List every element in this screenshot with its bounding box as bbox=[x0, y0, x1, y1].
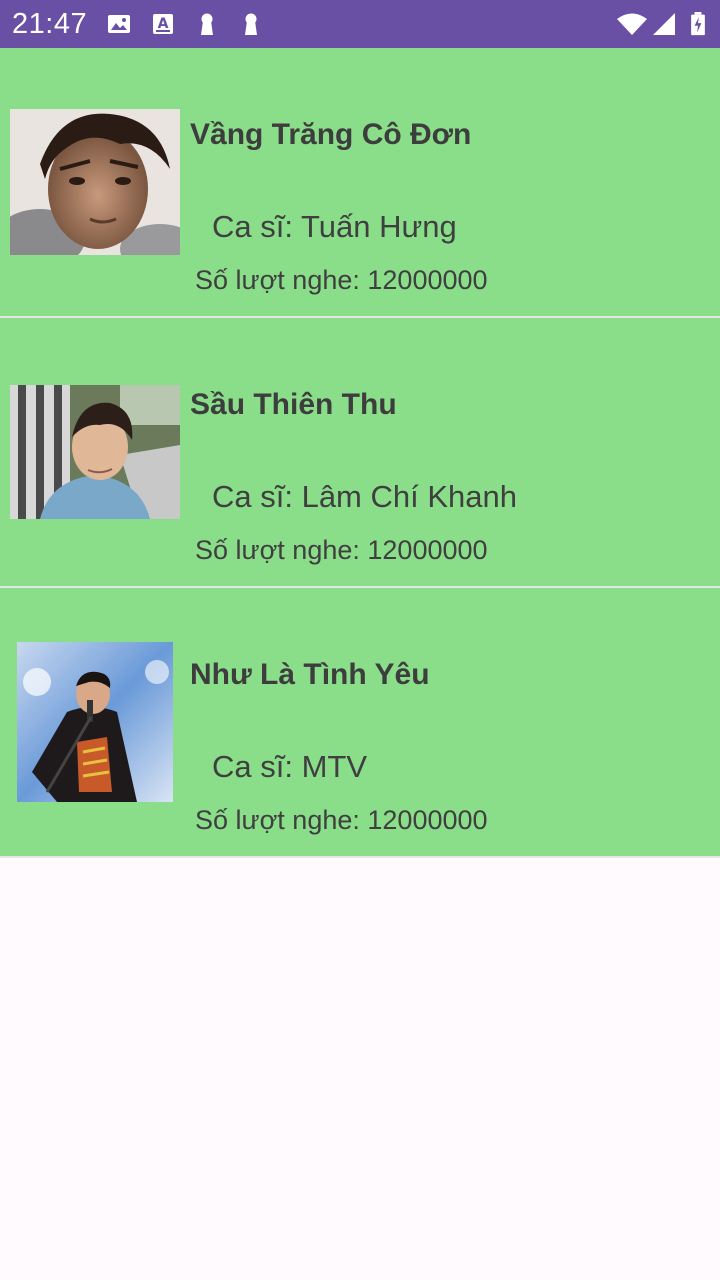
wifi-icon bbox=[617, 13, 647, 35]
play-count-value: 12000000 bbox=[367, 265, 488, 295]
battery-icon bbox=[691, 12, 705, 36]
song-title: Như Là Tình Yêu bbox=[190, 658, 430, 691]
song-row[interactable]: Sầu Thiên Thu Ca sĩ: Lâm Chí Khanh Số lư… bbox=[0, 318, 720, 588]
status-bar: 21:47 A bbox=[0, 0, 720, 48]
cellular-signal-icon bbox=[653, 13, 675, 35]
song-play-count: Số lượt nghe: 12000000 bbox=[195, 264, 488, 296]
play-count-value: 12000000 bbox=[367, 535, 488, 565]
play-count-label: Số lượt nghe: bbox=[195, 805, 360, 835]
play-count-label: Số lượt nghe: bbox=[195, 535, 360, 565]
song-singer: Ca sĩ: Tuấn Hưng bbox=[212, 209, 457, 244]
a-notification-icon: A bbox=[153, 14, 173, 34]
keyhole-icon bbox=[245, 13, 257, 35]
song-list: Vầng Trăng Cô Đơn Ca sĩ: Tuấn Hưng Số lư… bbox=[0, 48, 720, 858]
song-row[interactable]: Vầng Trăng Cô Đơn Ca sĩ: Tuấn Hưng Số lư… bbox=[0, 48, 720, 318]
singer-photo bbox=[10, 109, 180, 255]
song-play-count: Số lượt nghe: 12000000 bbox=[195, 804, 488, 836]
song-singer: Ca sĩ: MTV bbox=[212, 749, 368, 784]
svg-text:A: A bbox=[158, 16, 169, 32]
song-singer: Ca sĩ: Lâm Chí Khanh bbox=[212, 479, 517, 514]
keyhole-icon bbox=[201, 13, 213, 35]
singer-photo bbox=[10, 385, 180, 519]
play-count-value: 12000000 bbox=[367, 805, 488, 835]
song-title: Sầu Thiên Thu bbox=[190, 388, 397, 421]
song-play-count: Số lượt nghe: 12000000 bbox=[195, 534, 488, 566]
song-title: Vầng Trăng Cô Đơn bbox=[190, 118, 472, 151]
image-icon bbox=[108, 15, 130, 33]
singer-photo bbox=[17, 642, 173, 802]
status-time: 21:47 bbox=[12, 8, 88, 40]
song-row[interactable]: Như Là Tình Yêu Ca sĩ: MTV Số lượt nghe:… bbox=[0, 588, 720, 858]
play-count-label: Số lượt nghe: bbox=[195, 265, 360, 295]
